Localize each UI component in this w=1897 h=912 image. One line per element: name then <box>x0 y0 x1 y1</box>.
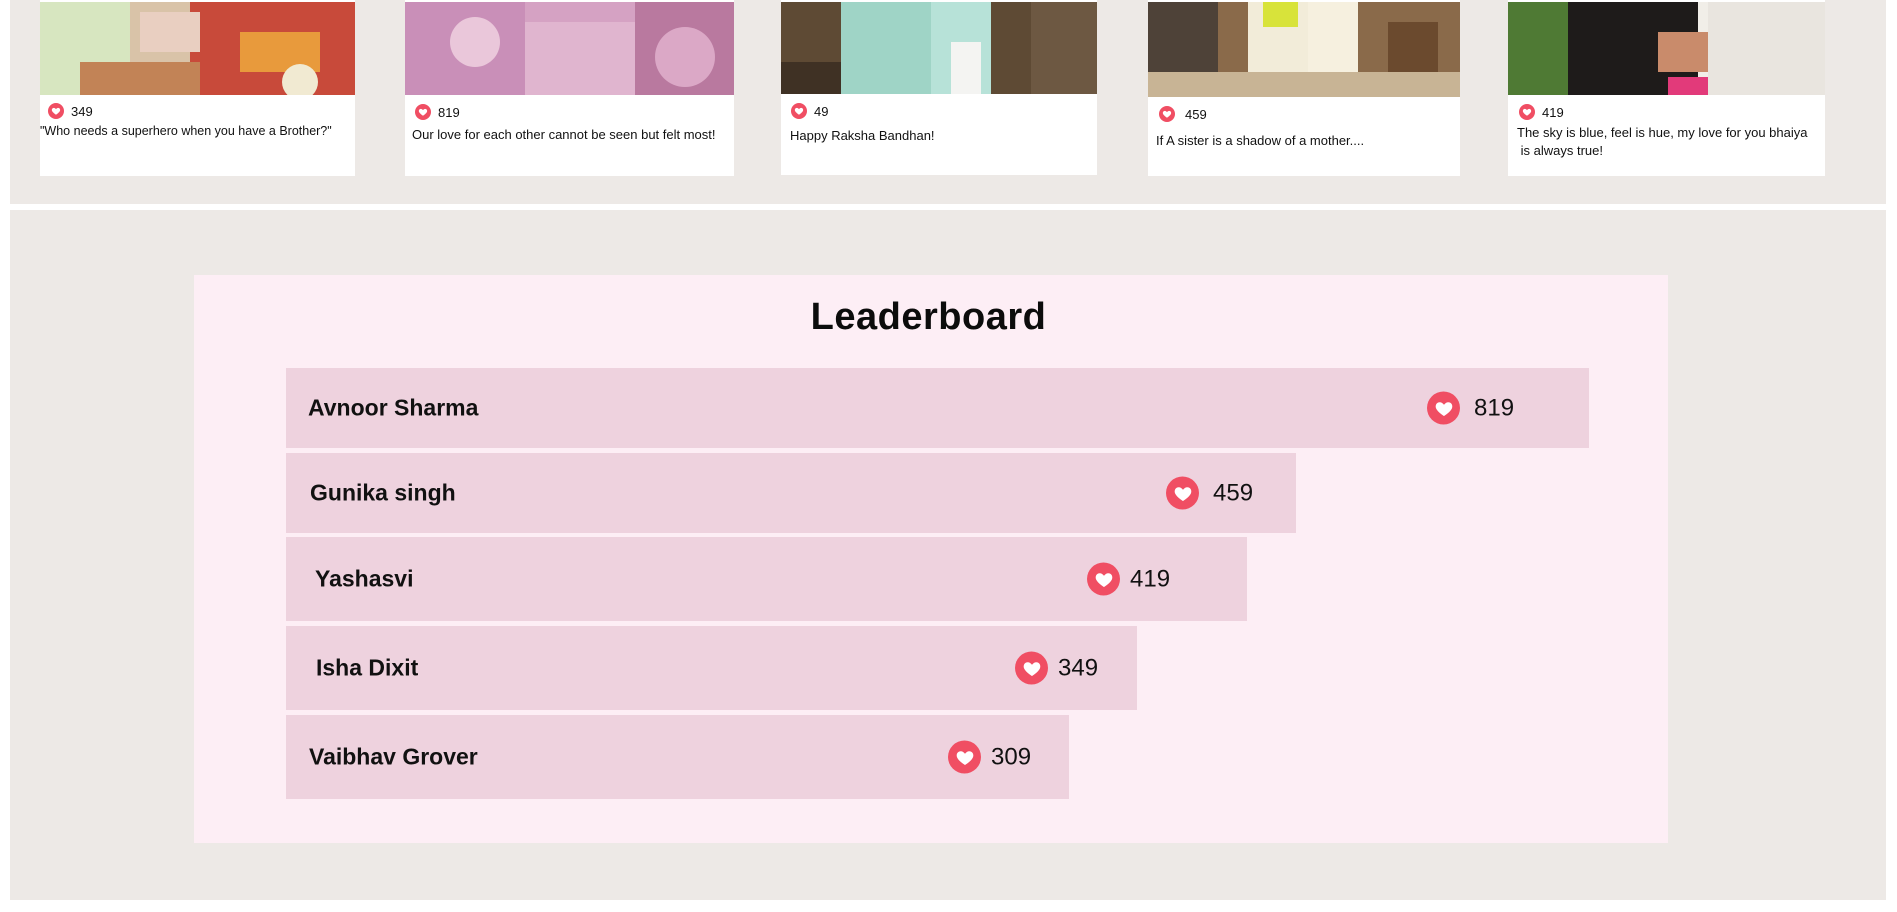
heart-icon <box>1166 476 1199 510</box>
like-count: 309 <box>991 743 1032 770</box>
heart-icon <box>1015 651 1048 685</box>
post-likes: 459 <box>1159 106 1207 122</box>
post-caption: Our love for each other cannot be seen b… <box>412 127 716 142</box>
post-caption-line: The sky is blue, feel is hue, my love fo… <box>1517 125 1808 140</box>
post-caption: If A sister is a shadow of a mother.... <box>1156 133 1365 148</box>
post-caption-line: is always true! <box>1517 143 1603 158</box>
leaderboard-row[interactable]: Avnoor Sharma 819 <box>286 368 1589 448</box>
post-card[interactable]: 349 "Who needs a superhero when you have… <box>40 0 355 176</box>
like-count: 819 <box>438 104 460 120</box>
heart-icon <box>1427 391 1460 425</box>
like-count: 459 <box>1213 479 1254 506</box>
post-likes: 819 <box>415 104 460 120</box>
heart-icon[interactable] <box>791 103 807 119</box>
post-photo[interactable] <box>1508 2 1825 95</box>
post-card[interactable]: 49 Happy Raksha Bandhan! <box>781 0 1097 175</box>
post-caption: "Who needs a superhero when you have a B… <box>40 124 332 138</box>
entry-likes: 349 <box>1015 651 1099 685</box>
post-likes: 419 <box>1519 104 1564 120</box>
heart-icon[interactable] <box>1159 106 1175 122</box>
leaderboard-title: Leaderboard <box>810 296 1047 338</box>
like-count: 349 <box>1058 654 1099 681</box>
entry-name: Gunika singh <box>310 479 456 506</box>
like-count: 819 <box>1474 394 1515 421</box>
entry-name: Isha Dixit <box>316 654 419 681</box>
heart-icon[interactable] <box>415 104 431 120</box>
entry-likes: 819 <box>1427 391 1515 425</box>
heart-icon <box>1087 562 1120 596</box>
like-count: 419 <box>1542 104 1564 120</box>
leaderboard-row[interactable]: Vaibhav Grover 309 <box>286 715 1069 799</box>
leaderboard-row[interactable]: Yashasvi 419 <box>286 537 1247 621</box>
post-card[interactable]: 419 The sky is blue, feel is hue, my lov… <box>1508 0 1825 176</box>
post-likes: 49 <box>791 103 828 119</box>
heart-icon[interactable] <box>48 103 64 119</box>
heart-icon <box>948 740 981 774</box>
section-divider <box>10 204 1886 208</box>
entry-likes: 459 <box>1166 476 1254 510</box>
post-likes: 349 <box>48 103 93 119</box>
entry-name: Avnoor Sharma <box>308 394 479 421</box>
post-photo[interactable] <box>40 2 355 95</box>
leaderboard-row[interactable]: Gunika singh 459 <box>286 453 1296 533</box>
leaderboard-row[interactable]: Isha Dixit 349 <box>286 626 1137 710</box>
post-photo[interactable] <box>1148 2 1460 97</box>
like-count: 419 <box>1130 565 1171 592</box>
post-card[interactable]: 819 Our love for each other cannot be se… <box>405 0 734 176</box>
post-caption: Happy Raksha Bandhan! <box>790 128 935 143</box>
entry-likes: 309 <box>948 740 1032 774</box>
post-photo[interactable] <box>405 2 734 95</box>
like-count: 49 <box>814 103 829 119</box>
entry-name: Vaibhav Grover <box>309 743 478 770</box>
heart-icon[interactable] <box>1519 104 1535 120</box>
post-caption: The sky is blue, feel is hue, my love fo… <box>1517 124 1807 160</box>
post-photo[interactable] <box>781 2 1097 94</box>
entry-name: Yashasvi <box>315 565 414 592</box>
post-card[interactable]: 459 If A sister is a shadow of a mother.… <box>1148 0 1460 176</box>
like-count: 349 <box>71 103 93 119</box>
entry-likes: 419 <box>1087 562 1171 596</box>
like-count: 459 <box>1185 106 1207 122</box>
